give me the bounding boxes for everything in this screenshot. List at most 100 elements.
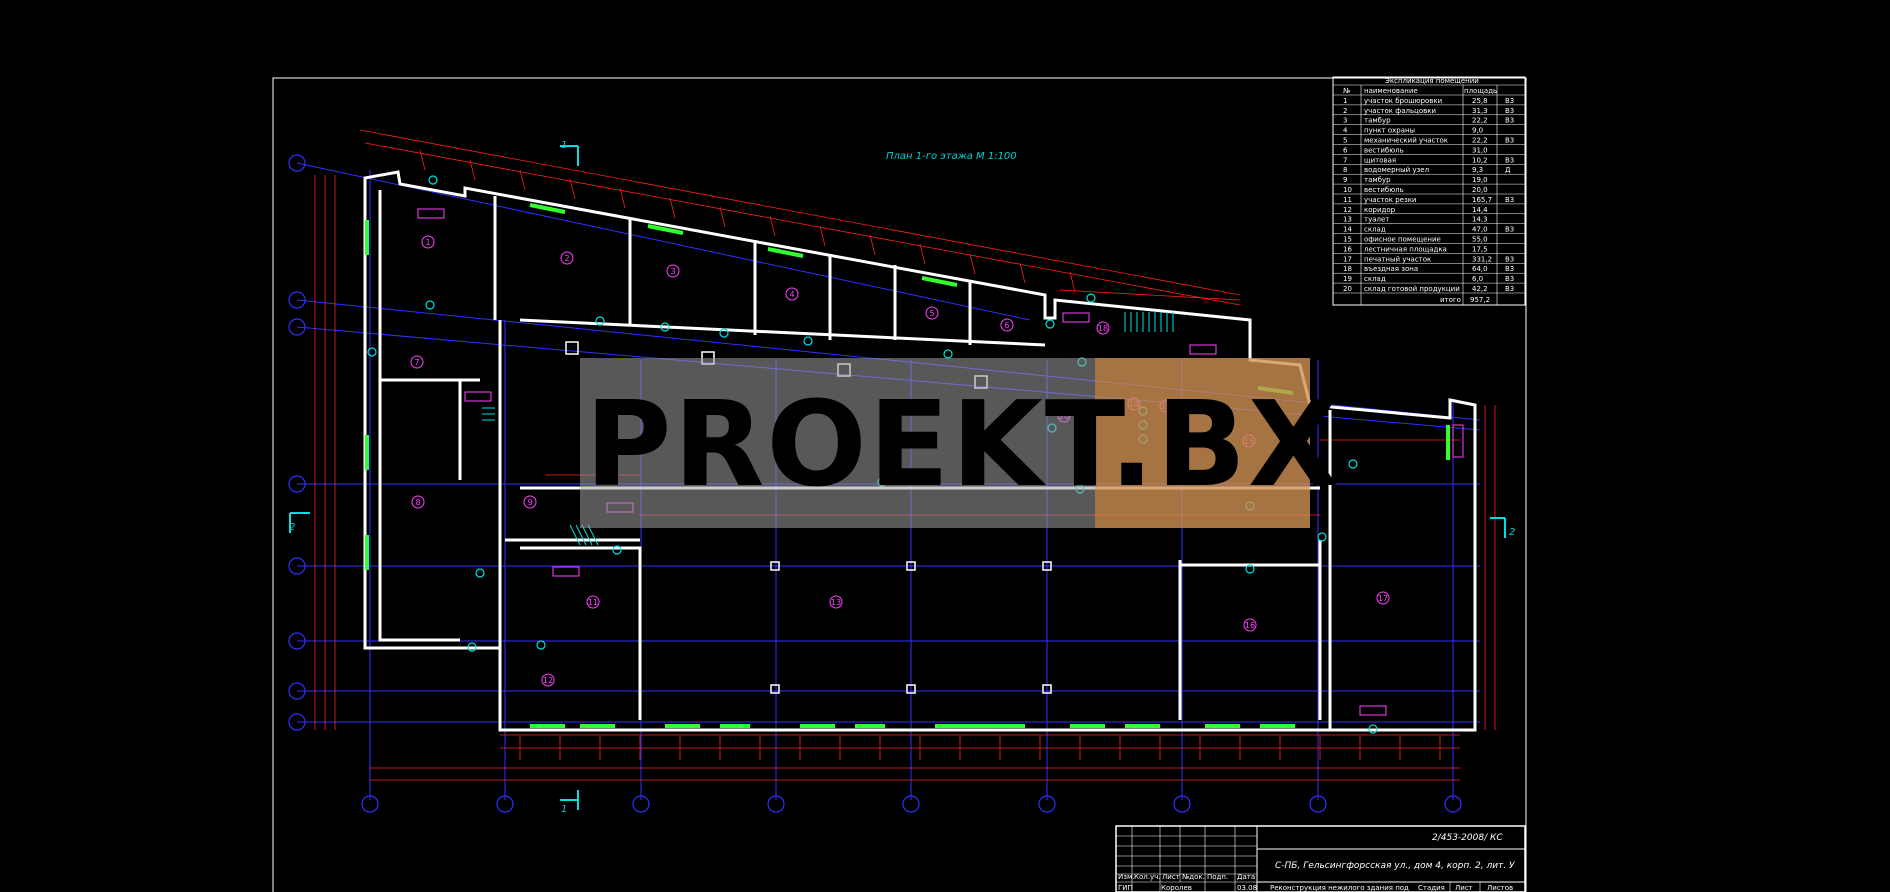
room-number-label: 17 — [1378, 594, 1388, 603]
explication-cell-area: 25,8 — [1472, 97, 1488, 105]
room-number-label: 18 — [1098, 324, 1108, 333]
explication-cell-name: механический участок — [1364, 137, 1448, 145]
explication-cell-area: 17,5 — [1472, 245, 1488, 253]
explication-cell-no: 16 — [1343, 245, 1352, 253]
room-number-label: 13 — [831, 598, 841, 607]
explication-cell-category: В3 — [1505, 255, 1514, 263]
explication-cell-category: В3 — [1505, 156, 1514, 164]
stamp-col-ndoc: №док. — [1182, 873, 1205, 881]
stamp-col-kolch: Кол.уч. — [1134, 873, 1160, 881]
stamp-date: 03.08 — [1237, 884, 1257, 892]
explication-cell-area: 20,0 — [1472, 186, 1488, 194]
explication-cell-area: 165,7 — [1472, 196, 1492, 204]
stamp-address: С-ПБ, Гельсингфорсская ул., дом 4, корп.… — [1275, 861, 1515, 871]
stamp-col-izm: Изм. — [1118, 873, 1134, 881]
explication-cell-no: 11 — [1343, 196, 1352, 204]
stamp-gip-label: ГИП — [1118, 884, 1133, 892]
explication-cell-name: склад — [1364, 275, 1386, 283]
explication-cell-area: 22,2 — [1472, 137, 1488, 145]
section-mark-1-top: 1 — [561, 140, 567, 151]
explication-rows: 1 участок брошюровки 25,8 В3 2 участок фальцо… — [1333, 97, 1525, 294]
explication-header-area: площадь — [1464, 87, 1497, 95]
explication-cell-name: печатный участок — [1364, 255, 1431, 263]
explication-cell-no: 13 — [1343, 216, 1352, 224]
explication-cell-category: В3 — [1505, 107, 1514, 115]
explication-total-label: итого — [1440, 296, 1461, 304]
explication-cell-name: лестничная площадка — [1364, 245, 1447, 253]
cad-viewport[interactable]: План 1-го этажа М 1:100 1 1 2 2 1 участо… — [0, 0, 1890, 892]
explication-title: Экспликация помещений — [1385, 77, 1479, 85]
explication-cell-area: 9,0 — [1472, 127, 1483, 135]
axis-bubbles-left — [288, 154, 306, 731]
explication-cell-name: вестибюль — [1364, 146, 1404, 154]
stamp-stage-label: Стадия — [1418, 884, 1445, 892]
explication-cell-name: тамбур — [1364, 176, 1391, 184]
explication-cell-category: В3 — [1505, 285, 1514, 293]
explication-cell-area: 22,2 — [1472, 117, 1488, 125]
explication-cell-area: 14,3 — [1472, 216, 1488, 224]
explication-table: 1 участок брошюровки 25,8 В3 2 участок фальцо… — [1332, 76, 1526, 306]
room-number-label: 2 — [564, 254, 569, 263]
room-number-label: 11 — [588, 598, 598, 607]
explication-cell-no: 15 — [1343, 236, 1352, 244]
explication-cell-name: туалет — [1364, 216, 1389, 224]
explication-cell-no: 10 — [1343, 186, 1352, 194]
explication-cell-no: 17 — [1343, 255, 1352, 263]
explication-cell-area: 9,3 — [1472, 166, 1483, 174]
room-number-label: 8 — [415, 498, 420, 507]
explication-cell-no: 6 — [1343, 146, 1348, 154]
explication-cell-category: В3 — [1505, 265, 1514, 273]
explication-cell-category: В3 — [1505, 97, 1514, 105]
explication-cell-area: 331,2 — [1472, 255, 1492, 263]
stamp-col-data: Дата — [1237, 873, 1255, 881]
stamp-gip-name: Королев — [1161, 884, 1192, 892]
explication-cell-name: офисное помещение — [1364, 236, 1441, 244]
explication-cell-name: въездная зона — [1364, 265, 1418, 273]
explication-cell-area: 6,0 — [1472, 275, 1483, 283]
room-number-label: 3 — [670, 267, 675, 276]
explication-cell-no: 3 — [1343, 117, 1347, 125]
room-number-label: 4 — [789, 290, 794, 299]
explication-cell-name: склад готовой продукции — [1364, 285, 1460, 293]
explication-cell-area: 42,2 — [1472, 285, 1488, 293]
room-number-label: 12 — [543, 676, 553, 685]
room-number-label: 6 — [1004, 321, 1009, 330]
room-number-label: 9 — [527, 498, 532, 507]
explication-total-value: 957,2 — [1470, 296, 1490, 304]
explication-cell-name: щитовая — [1364, 156, 1396, 164]
explication-cell-area: 47,0 — [1472, 226, 1488, 234]
explication-cell-no: 5 — [1343, 137, 1347, 145]
explication-cell-category: В3 — [1505, 196, 1514, 204]
explication-header-name: наименование — [1364, 87, 1418, 95]
explication-cell-name: вестибюль — [1364, 186, 1404, 194]
explication-cell-no: 9 — [1343, 176, 1347, 184]
stamp-col-podp: Подп. — [1207, 873, 1228, 881]
explication-cell-category: В3 — [1505, 226, 1514, 234]
explication-cell-no: 12 — [1343, 206, 1352, 214]
explication-cell-name: коридор — [1364, 206, 1396, 214]
room-number-label: 5 — [929, 309, 934, 318]
explication-cell-name: участок резки — [1364, 196, 1416, 204]
stamp-sheets-label: Листов — [1487, 884, 1513, 892]
explication-cell-name: участок брошюровки — [1364, 97, 1442, 105]
room-number-label: 16 — [1245, 621, 1255, 630]
stamp-code: 2/453-2008/ КС — [1432, 833, 1503, 843]
explication-cell-category: В3 — [1505, 137, 1514, 145]
explication-cell-area: 55,0 — [1472, 236, 1488, 244]
section-mark-2-right: 2 — [1509, 527, 1515, 538]
explication-cell-area: 10,2 — [1472, 156, 1488, 164]
explication-cell-area: 64,0 — [1472, 265, 1488, 273]
stamp-col-list: Лист — [1162, 873, 1180, 881]
explication-cell-no: 4 — [1343, 127, 1348, 135]
explication-header-no: № — [1343, 87, 1350, 95]
explication-cell-name: участок фальцовки — [1364, 107, 1436, 115]
explication-cell-name: пункт охраны — [1364, 127, 1415, 135]
explication-cell-no: 7 — [1343, 156, 1347, 164]
title-block: 2/453-2008/ КС С-ПБ, Гельсингфорсская ул… — [1115, 825, 1526, 892]
explication-cell-category: Д — [1505, 166, 1511, 174]
explication-cell-area: 31,0 — [1472, 146, 1488, 154]
explication-cell-category: В3 — [1505, 117, 1514, 125]
explication-cell-no: 19 — [1343, 275, 1352, 283]
explication-cell-area: 14,4 — [1472, 206, 1488, 214]
explication-cell-no: 14 — [1343, 226, 1352, 234]
